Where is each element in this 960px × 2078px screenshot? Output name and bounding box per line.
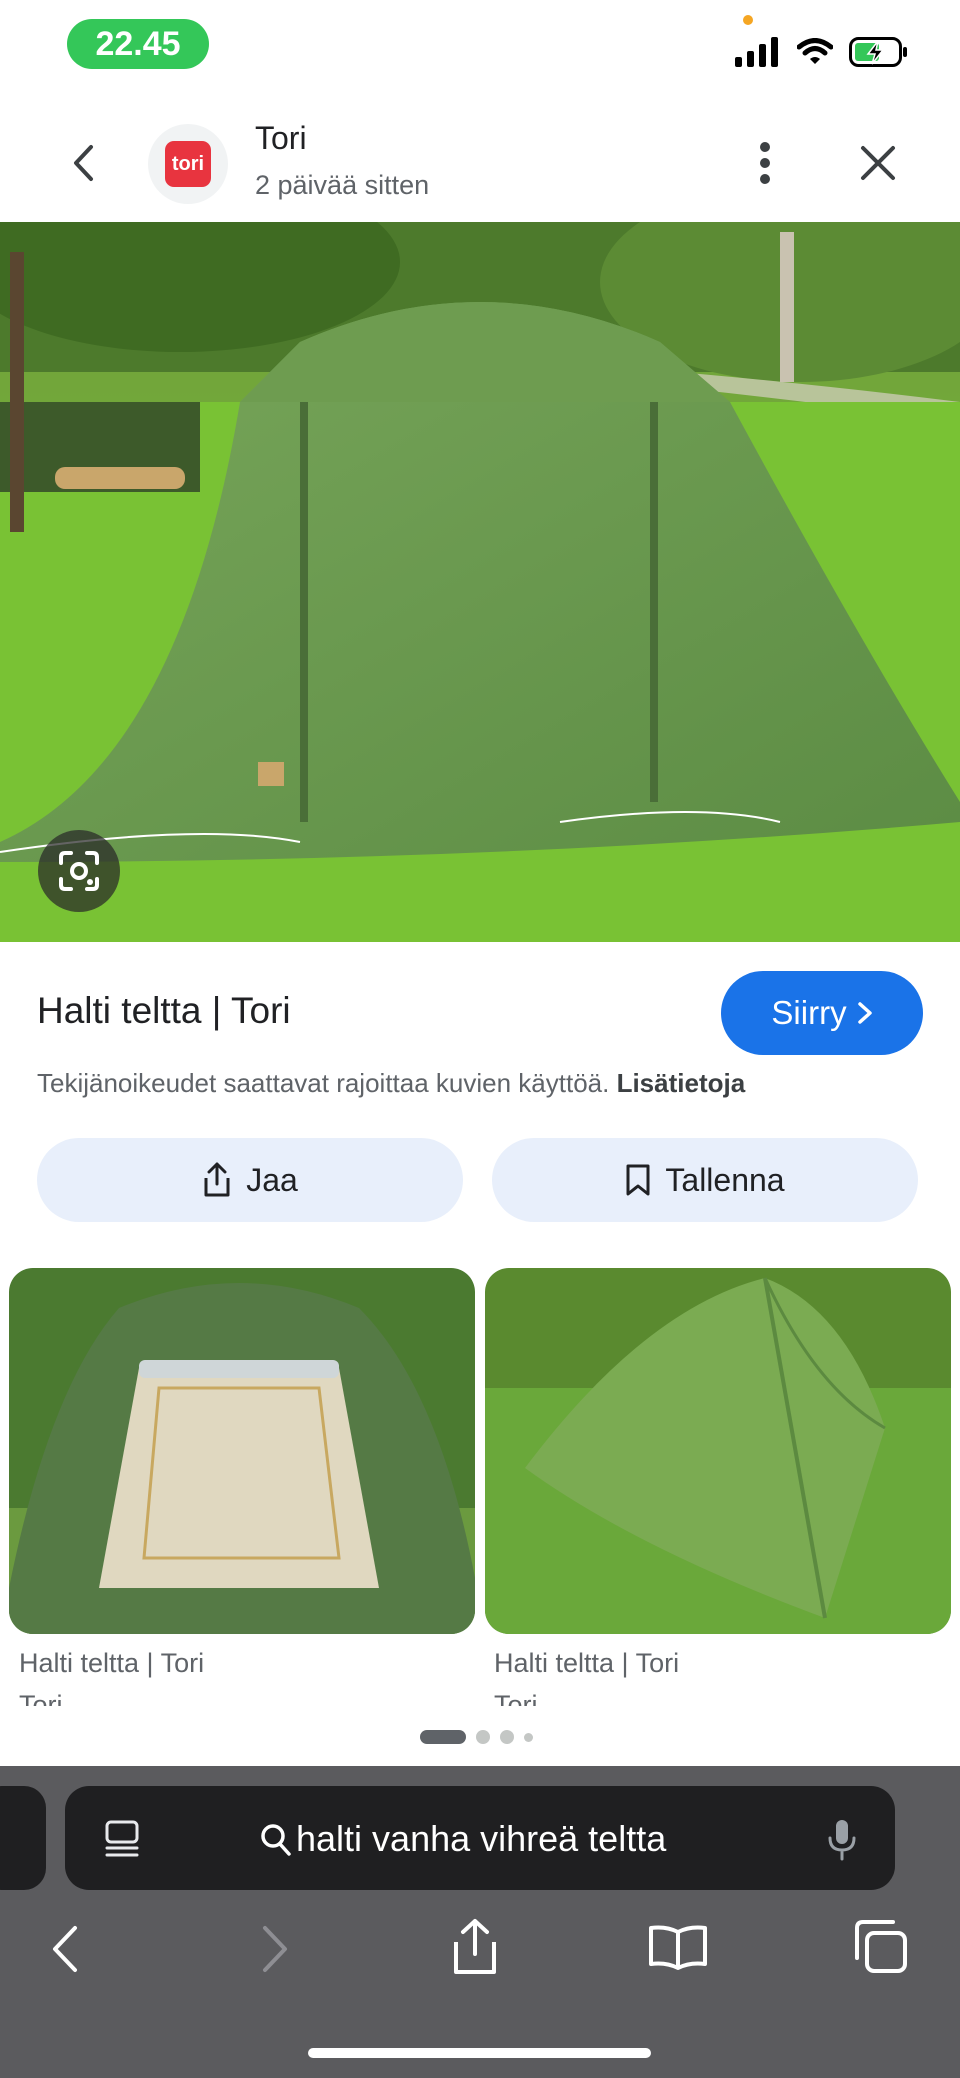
privacy-indicator-dot [743,15,753,25]
browser-share-icon[interactable] [450,1918,500,1976]
save-button[interactable]: Tallenna [492,1138,918,1222]
save-label: Tallenna [665,1161,785,1198]
battery-charging-icon [849,37,907,67]
share-icon [204,1162,230,1197]
related-source-1: Tori [19,1690,63,1706]
visit-button[interactable]: Siirry [721,971,923,1055]
related-image-1[interactable] [9,1268,475,1634]
previous-tab-preview[interactable] [0,1786,46,1890]
more-vert-icon [760,141,770,184]
chevron-left-icon [73,144,93,181]
copyright-text: Tekijänoikeudet saattavat rajoittaa kuvi… [37,1068,610,1098]
browser-forward-icon[interactable] [260,1925,290,1973]
more-options-button[interactable] [745,135,785,190]
share-label: Jaa [246,1161,298,1198]
page-dot [476,1730,490,1744]
visit-button-label: Siirry [771,994,847,1031]
result-title[interactable]: Halti teltta | Tori [37,990,291,1032]
back-button[interactable] [55,135,110,190]
more-info-link[interactable]: Lisätietoja [617,1068,746,1098]
cellular-signal-icon [735,37,778,67]
google-lens-button[interactable] [38,830,120,912]
wifi-icon [797,38,833,64]
home-indicator [308,2048,651,2058]
bookmarks-book-icon[interactable] [648,1924,708,1970]
status-icons [735,32,909,72]
lens-icon [59,851,99,891]
browser-back-icon[interactable] [50,1925,80,1973]
tori-logo: tori [165,141,211,187]
page-menu-icon[interactable] [104,1820,140,1858]
tabs-overview-icon[interactable] [852,1918,908,1974]
bookmark-icon [626,1164,650,1196]
related-source-2: Tori [494,1690,538,1706]
source-name[interactable]: Tori [255,120,307,157]
chevron-right-icon [857,1002,872,1024]
related-title-2[interactable]: Halti teltta | Tori [494,1648,679,1679]
close-icon [860,145,895,180]
page-dot [524,1732,533,1742]
search-query[interactable]: halti vanha vihreä teltta [296,1818,666,1860]
main-tent-image[interactable] [0,222,960,942]
page-dot [500,1730,514,1744]
carousel-pagination [420,1730,533,1744]
microphone-icon[interactable] [827,1818,857,1862]
related-title-1[interactable]: Halti teltta | Tori [19,1648,204,1679]
close-button[interactable] [850,135,905,190]
search-icon [261,1824,291,1856]
status-time: 22.45 [67,19,209,69]
copyright-notice: Tekijänoikeudet saattavat rajoittaa kuvi… [37,1068,745,1099]
posted-time: 2 päivää sitten [255,170,430,200]
share-button[interactable]: Jaa [37,1138,463,1222]
page-dot-active [420,1730,466,1744]
source-avatar[interactable]: tori [148,124,228,204]
related-image-2[interactable] [485,1268,951,1634]
